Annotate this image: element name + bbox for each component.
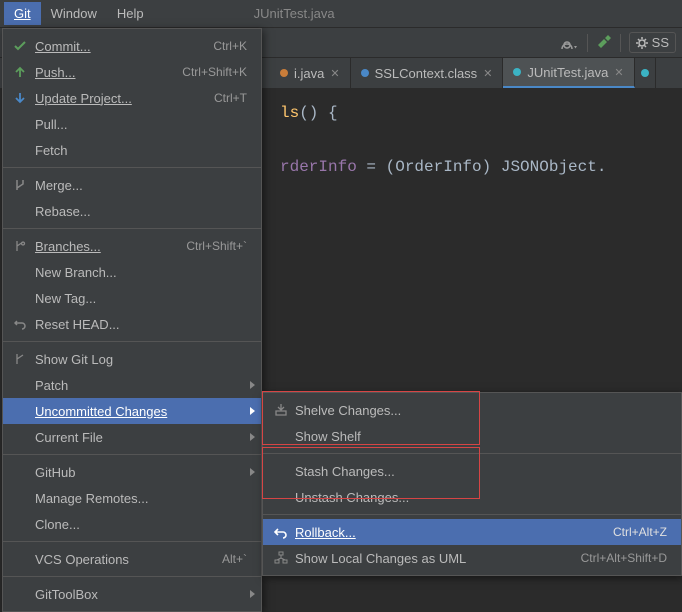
user-icon[interactable] (561, 36, 579, 50)
tab-sslcontext[interactable]: SSLContext.class ✕ (351, 58, 504, 88)
toolbar-separator (587, 34, 588, 52)
java-file-icon (641, 69, 649, 77)
menu-new-tag[interactable]: New Tag... (3, 285, 261, 311)
menu-show-git-log[interactable]: Show Git Log (3, 346, 261, 372)
chevron-right-icon (250, 381, 255, 389)
menu-separator (263, 453, 681, 454)
menu-uncommitted-changes[interactable]: Uncommitted Changes (3, 398, 261, 424)
menu-reset-head[interactable]: Reset HEAD... (3, 311, 261, 337)
menu-push[interactable]: Push... Ctrl+Shift+K (3, 59, 261, 85)
menu-fetch[interactable]: Fetch (3, 137, 261, 163)
submenu-shelve-changes[interactable]: Shelve Changes... (263, 397, 681, 423)
ss-button[interactable]: SS (629, 32, 676, 53)
menu-manage-remotes[interactable]: Manage Remotes... (3, 485, 261, 511)
merge-icon (11, 179, 29, 191)
menu-separator (3, 541, 261, 542)
menu-gittoolbox[interactable]: GitToolBox (3, 581, 261, 607)
menu-help[interactable]: Help (107, 2, 154, 25)
tab-label: i.java (294, 66, 324, 81)
menu-separator (3, 576, 261, 577)
menu-clone[interactable]: Clone... (3, 511, 261, 537)
undo-icon (271, 525, 291, 539)
menu-vcs-operations[interactable]: VCS Operations Alt+` (3, 546, 261, 572)
tab-label: SSLContext.class (375, 66, 478, 81)
menu-rebase[interactable]: Rebase... (3, 198, 261, 224)
menu-update-project[interactable]: Update Project... Ctrl+T (3, 85, 261, 111)
undo-icon (11, 318, 29, 330)
menu-separator (3, 454, 261, 455)
ss-label: SS (652, 35, 669, 50)
menu-separator (3, 341, 261, 342)
submenu-show-shelf[interactable]: Show Shelf (263, 423, 681, 449)
close-icon[interactable]: ✕ (330, 67, 339, 80)
tab-more[interactable] (635, 58, 656, 88)
diagram-icon (271, 551, 291, 565)
submenu-show-local-changes-uml[interactable]: Show Local Changes as UML Ctrl+Alt+Shift… (263, 545, 681, 571)
menu-separator (263, 514, 681, 515)
chevron-right-icon (250, 433, 255, 441)
chevron-right-icon (250, 407, 255, 415)
uncommitted-changes-submenu: Shelve Changes... Show Shelf Stash Chang… (262, 392, 682, 576)
menu-bar: Git Window Help JUnitTest.java (0, 0, 682, 28)
close-icon[interactable]: ✕ (614, 66, 623, 79)
menu-branches[interactable]: Branches... Ctrl+Shift+` (3, 233, 261, 259)
menu-separator (3, 228, 261, 229)
gear-icon (636, 37, 648, 49)
shelve-icon (271, 403, 291, 417)
chevron-right-icon (250, 468, 255, 476)
menu-patch[interactable]: Patch (3, 372, 261, 398)
java-file-icon (513, 68, 521, 76)
git-menu: Commit... Ctrl+K Push... Ctrl+Shift+K Up… (2, 28, 262, 612)
toolbar-separator (620, 34, 621, 52)
submenu-stash-changes[interactable]: Stash Changes... (263, 458, 681, 484)
menu-pull[interactable]: Pull... (3, 111, 261, 137)
branch-icon (11, 240, 29, 252)
menu-separator (3, 167, 261, 168)
java-file-icon (280, 69, 288, 77)
hammer-icon[interactable] (596, 35, 612, 51)
tab-junittest[interactable]: JUnitTest.java ✕ (503, 58, 634, 88)
menu-current-file[interactable]: Current File (3, 424, 261, 450)
close-icon[interactable]: ✕ (483, 67, 492, 80)
menu-commit[interactable]: Commit... Ctrl+K (3, 33, 261, 59)
submenu-rollback[interactable]: Rollback... Ctrl+Alt+Z (263, 519, 681, 545)
menu-merge[interactable]: Merge... (3, 172, 261, 198)
menu-new-branch[interactable]: New Branch... (3, 259, 261, 285)
submenu-unstash-changes[interactable]: Unstash Changes... (263, 484, 681, 510)
menu-git[interactable]: Git (4, 2, 41, 25)
tab-i-java[interactable]: i.java ✕ (270, 58, 351, 88)
menu-window[interactable]: Window (41, 2, 107, 25)
class-file-icon (361, 69, 369, 77)
tab-label: JUnitTest.java (527, 65, 608, 80)
chevron-right-icon (250, 590, 255, 598)
branch-icon (11, 353, 29, 365)
check-icon (11, 40, 29, 52)
window-title: JUnitTest.java (254, 6, 335, 21)
push-arrow-icon (11, 66, 29, 78)
update-arrow-icon (11, 92, 29, 104)
menu-github[interactable]: GitHub (3, 459, 261, 485)
